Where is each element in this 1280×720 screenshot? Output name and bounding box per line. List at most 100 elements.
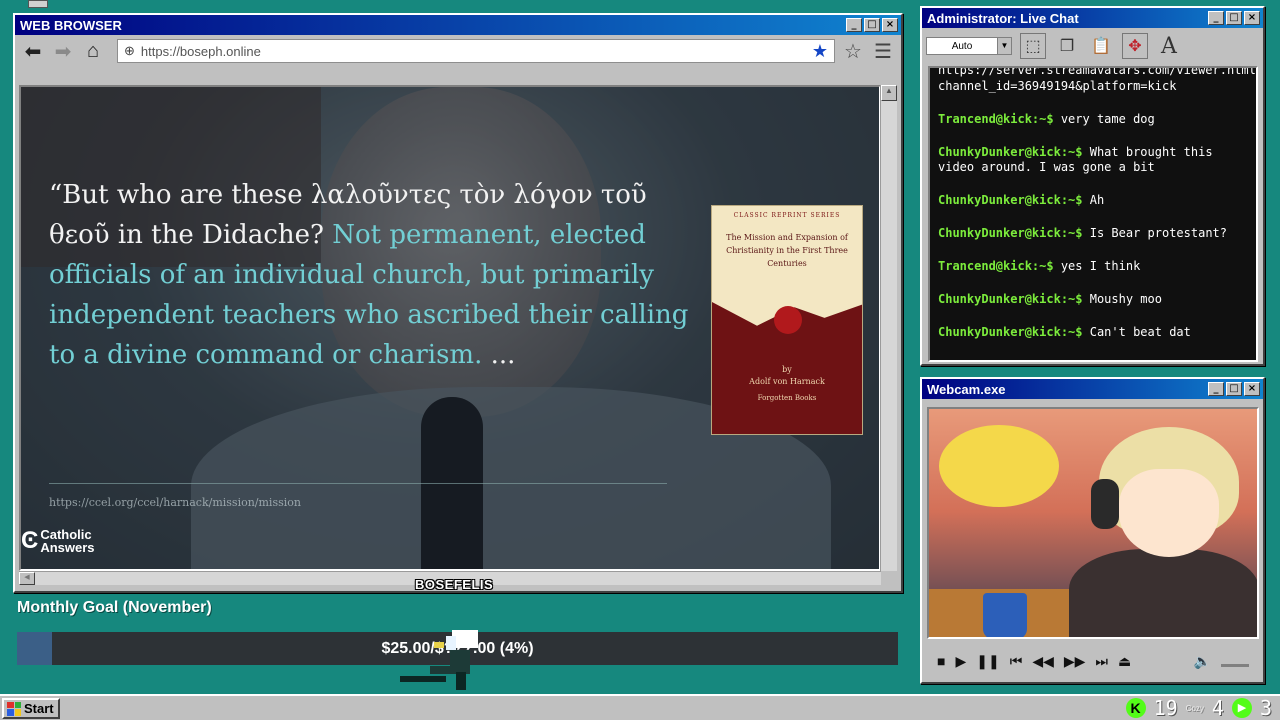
menu-icon[interactable]: ☰ bbox=[871, 39, 895, 63]
chat-message-text: Ah bbox=[1089, 193, 1105, 207]
chat-message-text: Moushy moo bbox=[1089, 292, 1162, 306]
bookmark-star-icon[interactable]: ★ bbox=[812, 41, 828, 62]
plush-toy bbox=[939, 425, 1059, 507]
chat-message-text: Can't beat dat bbox=[1089, 325, 1191, 339]
chat-message-text: Is Bear protestant? bbox=[1089, 226, 1228, 240]
pause-icon[interactable]: ❚❚ bbox=[976, 653, 999, 670]
avatar-sweater bbox=[1069, 549, 1257, 637]
chat-titlebar[interactable]: Administrator: Live Chat _ □ × bbox=[922, 8, 1263, 28]
source-divider bbox=[49, 483, 667, 484]
volume-slider[interactable] bbox=[1221, 655, 1249, 667]
chat-username[interactable]: Trancend@kick:~$ bbox=[938, 112, 1054, 126]
start-button[interactable]: Start bbox=[2, 698, 60, 719]
book-seal-icon bbox=[774, 306, 802, 334]
webcam-titlebar[interactable]: Webcam.exe _ □ × bbox=[922, 379, 1263, 399]
skip-back-icon[interactable]: ⏮ bbox=[1010, 653, 1023, 670]
favorites-star-icon[interactable]: ☆ bbox=[841, 39, 865, 63]
select-tool-icon[interactable]: ⬚ bbox=[1020, 33, 1046, 59]
webcam-window: Webcam.exe _ □ × ■ ▶ ❚❚ ⏮ ◀◀ ▶▶ ⏭ ⏏ 🔈 bbox=[920, 377, 1265, 684]
globe-icon: ⊕ bbox=[124, 43, 135, 58]
skip-forward-icon[interactable]: ⏭ bbox=[1095, 653, 1108, 670]
vertical-scrollbar[interactable]: ▲ bbox=[880, 85, 897, 571]
browser-window: WEB BROWSER _ □ × ⬅ ➡ ⌂ ⊕ https://boseph… bbox=[13, 13, 903, 593]
chat-message: ChunkyDunker@kick:~$ Can't beat dat bbox=[938, 325, 1248, 340]
minimize-button[interactable]: _ bbox=[1208, 382, 1224, 396]
minimize-button[interactable]: _ bbox=[846, 18, 862, 32]
media-controls: ■ ▶ ❚❚ ⏮ ◀◀ ▶▶ ⏭ ⏏ 🔈 bbox=[927, 643, 1259, 679]
chat-username[interactable]: ChunkyDunker@kick:~$ bbox=[938, 292, 1083, 306]
kick-logo-icon: K bbox=[1125, 698, 1146, 718]
system-tray: K 19 Cozy 4 ▶ 3 bbox=[1125, 696, 1272, 720]
chat-log[interactable]: https://server.streamavatars.com/viewer.… bbox=[928, 66, 1258, 362]
scroll-left-button[interactable]: ◀ bbox=[19, 572, 35, 585]
browser-title: WEB BROWSER bbox=[20, 17, 122, 33]
logo-mark-icon: Ͼ bbox=[21, 527, 39, 554]
video-viewport[interactable]: “But who are these λαλοῦντες τὸν λόγον τ… bbox=[19, 85, 881, 571]
play-viewer-count: 3 bbox=[1259, 696, 1272, 720]
cozy-viewer-count: 4 bbox=[1211, 696, 1224, 720]
chat-username[interactable]: ChunkyDunker@kick:~$ bbox=[938, 193, 1083, 207]
rewind-icon[interactable]: ◀◀ bbox=[1032, 653, 1054, 670]
cozy-label: Cozy bbox=[1185, 703, 1204, 713]
book-author-name: Adolf von Harnack bbox=[749, 377, 825, 386]
pixel-character-sprite bbox=[400, 630, 478, 690]
chat-username[interactable]: ChunkyDunker@kick:~$ bbox=[938, 226, 1083, 240]
chat-messages: Trancend@kick:~$ very tame dog ChunkyDunk… bbox=[938, 112, 1248, 340]
catholic-answers-logo: Ͼ Catholic Answers bbox=[21, 527, 95, 555]
copy-icon[interactable]: ❐ bbox=[1054, 33, 1080, 59]
chat-message: ChunkyDunker@kick:~$ Moushy moo bbox=[938, 292, 1248, 307]
taskbar: Start K 19 Cozy 4 ▶ 3 bbox=[0, 694, 1280, 720]
font-icon[interactable]: A bbox=[1156, 33, 1182, 59]
maximize-button[interactable]: □ bbox=[864, 18, 880, 32]
chat-toolbar: Auto ▼ ⬚ ❐ 📋 ✥ A bbox=[922, 28, 1263, 64]
headphone-icon bbox=[1091, 479, 1119, 529]
play-icon[interactable]: ▶ bbox=[955, 653, 966, 670]
move-icon[interactable]: ✥ bbox=[1122, 33, 1148, 59]
url-text[interactable]: https://boseph.online bbox=[141, 44, 812, 59]
forward-arrow-icon[interactable]: ➡ bbox=[51, 39, 75, 63]
book-title: The Mission and Expansion of Christianit… bbox=[726, 233, 848, 268]
back-arrow-icon[interactable]: ⬅ bbox=[21, 39, 45, 63]
webcam-feed bbox=[927, 407, 1259, 639]
source-url: https://ccel.org/ccel/harnack/mission/mi… bbox=[49, 496, 301, 509]
eject-icon[interactable]: ⏏ bbox=[1118, 653, 1131, 670]
streamer-nameplate: BOSEFELIS bbox=[415, 577, 494, 592]
stop-icon[interactable]: ■ bbox=[937, 653, 945, 669]
chat-username[interactable]: ChunkyDunker@kick:~$ bbox=[938, 325, 1083, 339]
fast-forward-icon[interactable]: ▶▶ bbox=[1064, 653, 1086, 670]
maximize-button[interactable]: □ bbox=[1226, 11, 1242, 25]
book-series: CLASSIC REPRINT SERIES bbox=[733, 212, 841, 219]
home-icon[interactable]: ⌂ bbox=[81, 39, 105, 63]
browser-titlebar[interactable]: WEB BROWSER _ □ × bbox=[15, 15, 901, 35]
chevron-down-icon[interactable]: ▼ bbox=[997, 38, 1011, 54]
avatar-face bbox=[1119, 469, 1219, 557]
windows-logo-icon bbox=[7, 701, 21, 716]
desktop-icon[interactable] bbox=[28, 0, 48, 8]
logo-line2: Answers bbox=[40, 540, 95, 555]
book-author: by Adolf von Harnack bbox=[712, 364, 862, 388]
maximize-button[interactable]: □ bbox=[1226, 382, 1242, 396]
chat-message: Trancend@kick:~$ very tame dog bbox=[938, 112, 1248, 127]
paste-icon[interactable]: 📋 bbox=[1088, 33, 1114, 59]
quote-text: “But who are these λαλοῦντες τὸν λόγον τ… bbox=[49, 175, 689, 375]
address-bar[interactable]: ⊕ https://boseph.online ★ bbox=[117, 39, 835, 63]
chat-username[interactable]: Trancend@kick:~$ bbox=[938, 259, 1054, 273]
chat-message-text: yes I think bbox=[1060, 259, 1141, 273]
book-cover: CLASSIC REPRINT SERIES The Mission and E… bbox=[711, 205, 863, 435]
chat-message-text: very tame dog bbox=[1060, 112, 1155, 126]
volume-icon[interactable]: 🔈 bbox=[1194, 653, 1211, 670]
browser-navbar: ⬅ ➡ ⌂ ⊕ https://boseph.online ★ ☆ ☰ bbox=[15, 35, 901, 67]
chat-username[interactable]: ChunkyDunker@kick:~$ bbox=[938, 145, 1083, 159]
chat-message: Trancend@kick:~$ yes I think bbox=[938, 259, 1248, 274]
close-button[interactable]: × bbox=[1244, 382, 1260, 396]
quote-ellipsis: ... bbox=[490, 340, 516, 370]
minimize-button[interactable]: _ bbox=[1208, 11, 1224, 25]
goal-title: Monthly Goal (November) bbox=[17, 599, 212, 616]
font-size-select[interactable]: Auto ▼ bbox=[926, 37, 1012, 55]
chat-overlay-url: https://server.streamavatars.com/viewer.… bbox=[938, 66, 1258, 93]
close-button[interactable]: × bbox=[882, 18, 898, 32]
play-platform-icon: ▶ bbox=[1231, 698, 1252, 718]
chat-message: ChunkyDunker@kick:~$ Is Bear protestant? bbox=[938, 226, 1248, 241]
scroll-up-button[interactable]: ▲ bbox=[881, 85, 897, 101]
close-button[interactable]: × bbox=[1244, 11, 1260, 25]
